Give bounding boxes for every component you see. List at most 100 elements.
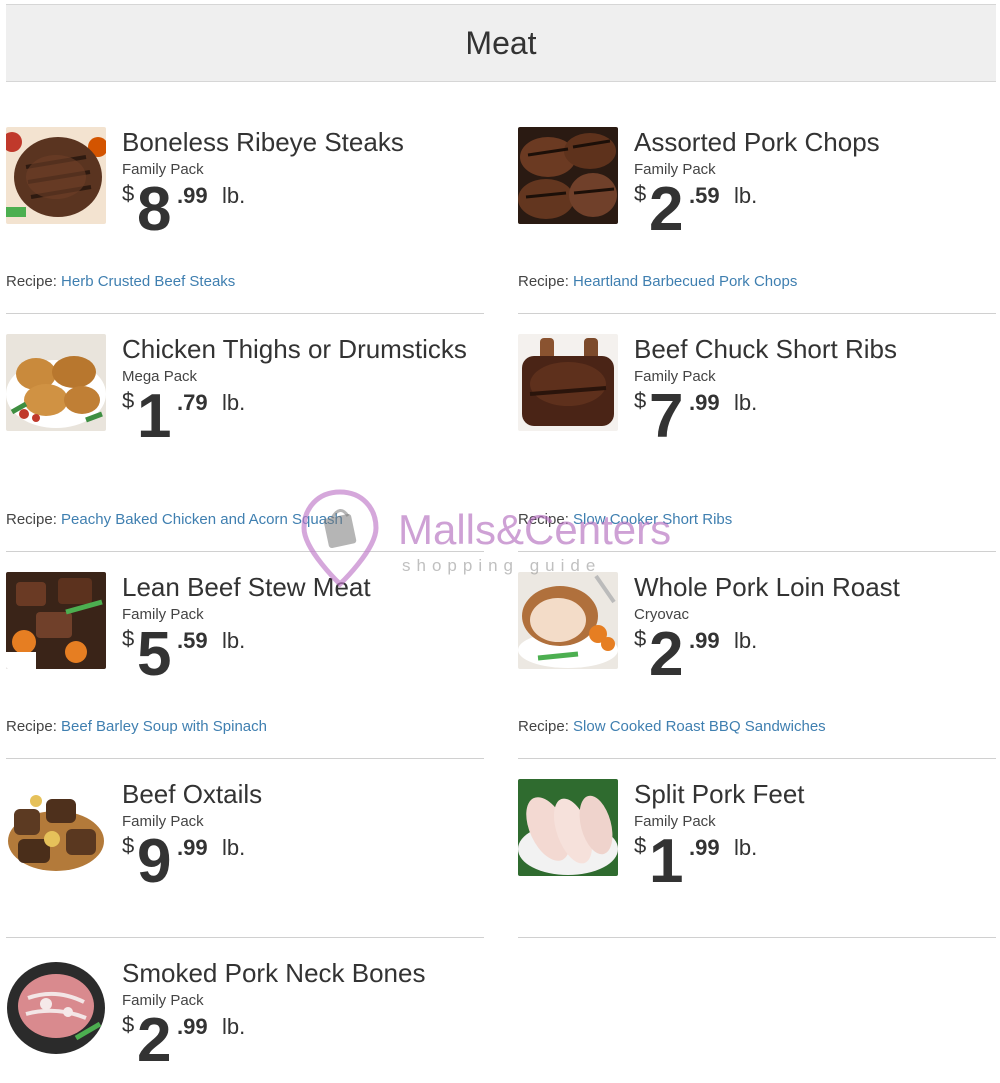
product-pack: Family Pack	[122, 813, 204, 830]
product-card-short-ribs[interactable]: Beef Chuck Short Ribs Family Pack $ 7 .9…	[518, 334, 996, 534]
price-dollar-sign: $	[634, 833, 647, 858]
product-card-oxtails[interactable]: Beef Oxtails Family Pack $ 9 .99 lb.	[6, 779, 484, 919]
price-dollar-sign: $	[122, 626, 135, 651]
product-card-stew-meat[interactable]: Lean Beef Stew Meat Family Pack $ 5 .59 …	[6, 572, 484, 742]
recipe-link[interactable]: Heartland Barbecued Pork Chops	[573, 273, 797, 290]
pork-loin-image[interactable]	[518, 572, 618, 669]
pork-chops-image[interactable]	[518, 127, 618, 224]
price-cents: .99	[177, 183, 208, 208]
price-unit: lb.	[734, 183, 758, 208]
price-dollar-sign: $	[122, 833, 135, 858]
price-cents: .59	[177, 628, 208, 653]
neck-bones-image[interactable]	[6, 958, 106, 1055]
price-whole: 1	[649, 827, 684, 896]
price-cents: .99	[177, 1014, 208, 1039]
product-title[interactable]: Smoked Pork Neck Bones	[122, 958, 484, 989]
recipe-label: Recipe:	[6, 718, 57, 735]
recipe-label: Recipe:	[518, 718, 569, 735]
price-unit: lb.	[734, 390, 758, 415]
recipe-line: Recipe: Peachy Baked Chicken and Acorn S…	[6, 511, 343, 528]
product-title[interactable]: Lean Beef Stew Meat	[122, 572, 484, 603]
recipe-label: Recipe:	[6, 511, 57, 528]
price-dollar-sign: $	[122, 388, 135, 413]
product-pack: Cryovac	[634, 606, 690, 623]
ribeye-steak-image[interactable]	[6, 127, 106, 224]
price-dollar-sign: $	[634, 181, 647, 206]
price-whole: 2	[137, 1006, 172, 1075]
price-unit: lb.	[734, 835, 758, 860]
recipe-line: Recipe: Slow Cooked Roast BBQ Sandwiches	[518, 718, 826, 735]
recipe-link[interactable]: Slow Cooker Short Ribs	[573, 511, 732, 528]
row-divider	[6, 758, 484, 759]
product-card-pork-loin[interactable]: Whole Pork Loin Roast Cryovac $ 2 .99 lb…	[518, 572, 996, 742]
recipe-link[interactable]: Beef Barley Soup with Spinach	[61, 718, 267, 735]
product-pack: Family Pack	[634, 161, 716, 178]
product-title[interactable]: Assorted Pork Chops	[634, 127, 996, 158]
price-unit: lb.	[222, 1014, 246, 1039]
price-cents: .99	[689, 628, 720, 653]
recipe-link[interactable]: Herb Crusted Beef Steaks	[61, 273, 235, 290]
price-cents: .59	[689, 183, 720, 208]
product-title[interactable]: Beef Oxtails	[122, 779, 484, 810]
product-price: $ 2 .59 lb.	[634, 177, 996, 243]
product-title[interactable]: Whole Pork Loin Roast	[634, 572, 996, 603]
product-price: $ 1 .99 lb.	[634, 829, 996, 895]
product-price: $ 2 .99 lb.	[634, 622, 996, 688]
price-unit: lb.	[734, 628, 758, 653]
price-cents: .99	[689, 390, 720, 415]
product-price: $ 8 .99 lb.	[122, 177, 484, 243]
price-whole: 8	[137, 175, 172, 244]
product-price: $ 5 .59 lb.	[122, 622, 484, 688]
stew-meat-image[interactable]	[6, 572, 106, 669]
recipe-line: Recipe: Herb Crusted Beef Steaks	[6, 273, 235, 290]
short-ribs-image[interactable]	[518, 334, 618, 431]
product-pack: Family Pack	[122, 161, 204, 178]
product-card-pork-chops[interactable]: Assorted Pork Chops Family Pack $ 2 .59 …	[518, 127, 996, 297]
price-cents: .79	[177, 390, 208, 415]
product-pack: Family Pack	[634, 813, 716, 830]
product-pack: Family Pack	[122, 606, 204, 623]
price-whole: 1	[137, 382, 172, 451]
recipe-link[interactable]: Peachy Baked Chicken and Acorn Squash	[61, 511, 343, 528]
price-dollar-sign: $	[122, 1012, 135, 1037]
product-pack: Family Pack	[122, 992, 204, 1009]
row-divider	[6, 551, 484, 552]
product-pack: Family Pack	[634, 368, 716, 385]
price-whole: 2	[649, 620, 684, 689]
recipe-label: Recipe:	[518, 511, 569, 528]
price-cents: .99	[689, 835, 720, 860]
price-dollar-sign: $	[634, 388, 647, 413]
recipe-line: Recipe: Slow Cooker Short Ribs	[518, 511, 732, 528]
row-divider	[6, 937, 484, 938]
product-card-pork-feet[interactable]: Split Pork Feet Family Pack $ 1 .99 lb.	[518, 779, 996, 919]
row-divider	[518, 937, 996, 938]
product-title[interactable]: Boneless Ribeye Steaks	[122, 127, 484, 158]
product-title[interactable]: Split Pork Feet	[634, 779, 996, 810]
recipe-line: Recipe: Beef Barley Soup with Spinach	[6, 718, 267, 735]
page-title: Meat	[465, 24, 537, 61]
chicken-image[interactable]	[6, 334, 106, 431]
price-whole: 9	[137, 827, 172, 896]
recipe-line: Recipe: Heartland Barbecued Pork Chops	[518, 273, 797, 290]
recipe-label: Recipe:	[518, 273, 569, 290]
product-card-ribeye[interactable]: Boneless Ribeye Steaks Family Pack $ 8 .…	[6, 127, 484, 297]
product-card-chicken[interactable]: Chicken Thighs or Drumsticks Mega Pack $…	[6, 334, 484, 534]
product-title[interactable]: Beef Chuck Short Ribs	[634, 334, 996, 365]
product-card-neck-bones[interactable]: Smoked Pork Neck Bones Family Pack $ 2 .…	[6, 958, 484, 1078]
product-price: $ 9 .99 lb.	[122, 829, 484, 895]
row-divider	[518, 551, 996, 552]
price-cents: .99	[177, 835, 208, 860]
price-unit: lb.	[222, 628, 246, 653]
product-price: $ 2 .99 lb.	[122, 1008, 484, 1074]
oxtails-image[interactable]	[6, 779, 106, 876]
price-whole: 5	[137, 620, 172, 689]
row-divider	[518, 758, 996, 759]
price-dollar-sign: $	[122, 181, 135, 206]
product-price: $ 1 .79 lb.	[122, 384, 484, 450]
recipe-link[interactable]: Slow Cooked Roast BBQ Sandwiches	[573, 718, 826, 735]
price-whole: 2	[649, 175, 684, 244]
product-title[interactable]: Chicken Thighs or Drumsticks	[122, 334, 484, 365]
price-dollar-sign: $	[634, 626, 647, 651]
pork-feet-image[interactable]	[518, 779, 618, 876]
price-whole: 7	[649, 382, 684, 451]
